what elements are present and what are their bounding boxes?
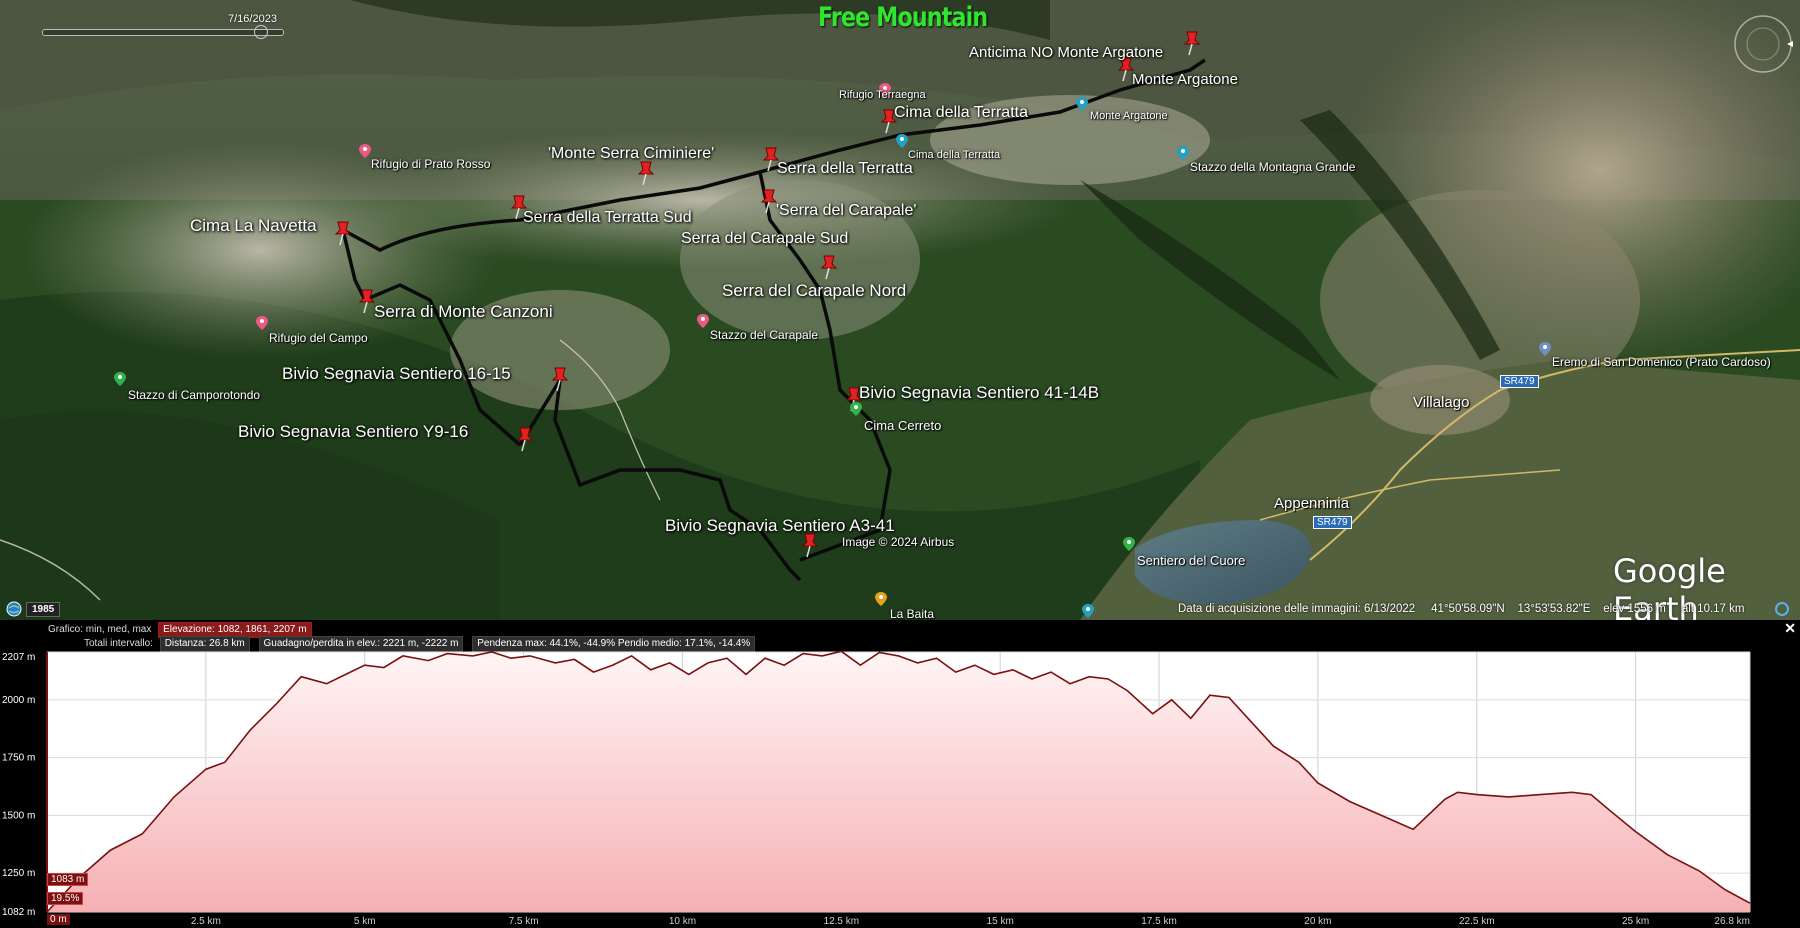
close-profile-button[interactable]: ✕ (1784, 620, 1796, 637)
peak-marker-icon[interactable] (896, 134, 908, 148)
pushpin-icon[interactable] (820, 254, 838, 280)
y-tick-label: 2000 m (2, 695, 35, 706)
historical-imagery-slider[interactable]: 7/16/2023 (28, 13, 298, 39)
camp-icon[interactable] (114, 372, 126, 386)
x-tick-label: 17.5 km (1141, 916, 1177, 927)
latitude: 41°50'58.09"N (1431, 603, 1505, 615)
restaurant-icon[interactable] (875, 592, 887, 606)
slider-knob[interactable] (254, 25, 268, 39)
x-tick-label: 10 km (669, 916, 696, 927)
altitude-readout: alt 10.17 km (1681, 603, 1745, 615)
poi-label[interactable]: Stazzo della Montagna Grande (1190, 160, 1355, 174)
poi-label[interactable]: Appenninia (1274, 495, 1349, 512)
y-tick-label: 1500 m (2, 810, 35, 821)
hiking-icon[interactable] (1123, 537, 1135, 551)
road-shield: SR479 (1313, 516, 1352, 529)
waypoint-label[interactable]: Serra della Terratta (777, 160, 913, 178)
brand-title: Free Mountain (818, 2, 988, 33)
compass-icon[interactable] (1725, 6, 1795, 76)
shelter-icon[interactable] (359, 144, 371, 158)
streaming-icon (1775, 602, 1789, 616)
waypoint-label[interactable]: Bivio Segnavia Sentiero 16-15 (282, 364, 511, 384)
cursor-distance: 0 m (47, 914, 70, 925)
poi-label[interactable]: Monte Argatone (1090, 110, 1168, 122)
x-tick-label: 26.8 km (1714, 916, 1750, 927)
poi-label[interactable]: Stazzo di Camporotondo (128, 388, 260, 402)
slider-track[interactable] (42, 29, 284, 36)
poi-label[interactable]: Rifugio di Prato Rosso (371, 157, 490, 171)
waypoint-label[interactable]: Bivio Segnavia Sentiero Y9-16 (238, 422, 468, 442)
pushpin-icon[interactable] (516, 426, 534, 452)
waypoint-label[interactable]: Serra di Monte Canzoni (374, 302, 553, 322)
poi-label[interactable]: La Baita (890, 607, 934, 620)
x-tick-label: 2.5 km (191, 916, 221, 927)
imagery-credit: Image © 2024 Airbus (842, 535, 955, 549)
elevation-readout: elev 1556 m (1603, 603, 1666, 615)
x-tick-label: 15 km (987, 916, 1014, 927)
church-icon[interactable] (1539, 342, 1551, 356)
pushpin-icon[interactable] (551, 366, 569, 392)
y-tick-label: 1750 m (2, 753, 35, 764)
x-tick-label: 22.5 km (1459, 916, 1495, 927)
poi-label[interactable]: Sentiero del Cuore (1137, 553, 1245, 568)
elevation-profile-panel: Grafico: min, med, max Elevazione: 1082,… (0, 620, 1800, 928)
pushpin-icon[interactable] (637, 160, 655, 186)
longitude: 13°53'53.82"E (1517, 603, 1591, 615)
status-bar: Data di acquisizione delle immagini: 6/1… (1178, 603, 1744, 615)
hiking-icon[interactable] (850, 402, 862, 416)
x-tick-label: 7.5 km (509, 916, 539, 927)
waypoint-label[interactable]: Cima La Navetta (190, 216, 317, 236)
waypoint-label[interactable]: Cima della Terratta (894, 104, 1028, 122)
poi-label[interactable]: Eremo di San Domenico (Prato Cardoso) (1552, 355, 1771, 369)
cursor-elevation: 1083 m (47, 873, 89, 886)
poi-label[interactable]: Stazzo del Carapale (710, 328, 818, 342)
cursor-slope: 19.5% (47, 892, 84, 905)
x-tick-label: 25 km (1622, 916, 1649, 927)
peak-marker-icon[interactable] (1076, 97, 1088, 111)
waypoint-label[interactable]: Bivio Segnavia Sentiero 41-14B (859, 383, 1099, 403)
acquisition-date: Data di acquisizione delle immagini: 6/1… (1178, 603, 1416, 615)
pushpin-icon[interactable] (334, 220, 352, 246)
shelter-icon[interactable] (256, 316, 268, 330)
globe-icon (6, 601, 22, 617)
poi-label[interactable]: Cima Cerreto (864, 418, 941, 433)
map-view[interactable]: Free Mountain 7/16/2023 Anticima NO Mont… (0, 0, 1800, 620)
profile-info-row-1: Grafico: min, med, max Elevazione: 1082,… (48, 622, 318, 638)
poi-label[interactable]: Villalago (1413, 394, 1469, 411)
slider-date: 7/16/2023 (228, 13, 277, 25)
elevation-chart[interactable]: 1082 m 1250 m 1500 m 1750 m 2000 m 2207 m 2.5… (0, 648, 1800, 928)
x-tick-label: 12.5 km (824, 916, 860, 927)
y-tick-label: 1082 m (2, 907, 35, 918)
waypoint-label[interactable]: Serra del Carapale Nord (722, 281, 906, 301)
y-tick-label: 2207 m (2, 652, 35, 663)
hut-icon[interactable] (1082, 604, 1094, 618)
x-tick-label: 5 km (354, 916, 376, 927)
poi-label[interactable]: Rifugio Terraegna (839, 89, 926, 101)
x-tick-label: 20 km (1304, 916, 1331, 927)
shelter-icon[interactable] (697, 314, 709, 328)
year-label: 1985 (26, 601, 61, 617)
imagery-year: 1985 (6, 601, 61, 617)
poi-label[interactable]: Rifugio del Campo (269, 331, 368, 345)
pushpin-icon[interactable] (1183, 30, 1201, 56)
waypoint-label[interactable]: Anticima NO Monte Argatone (969, 44, 1163, 61)
waypoint-label[interactable]: Serra del Carapale Sud (681, 230, 848, 248)
hut-icon[interactable] (1177, 146, 1189, 160)
waypoint-label[interactable]: Bivio Segnavia Sentiero A3-41 (665, 516, 895, 536)
waypoint-label[interactable]: Monte Argatone (1132, 71, 1238, 88)
waypoint-label[interactable]: 'Monte Serra Ciminiere' (548, 145, 714, 163)
poi-label[interactable]: Cima della Terratta (908, 149, 1000, 161)
waypoint-label[interactable]: Serra della Terratta Sud (523, 209, 692, 227)
road-shield: SR479 (1500, 375, 1539, 388)
y-tick-label: 1250 m (2, 868, 35, 879)
waypoint-label[interactable]: 'Serra del Carapale' (776, 202, 916, 220)
